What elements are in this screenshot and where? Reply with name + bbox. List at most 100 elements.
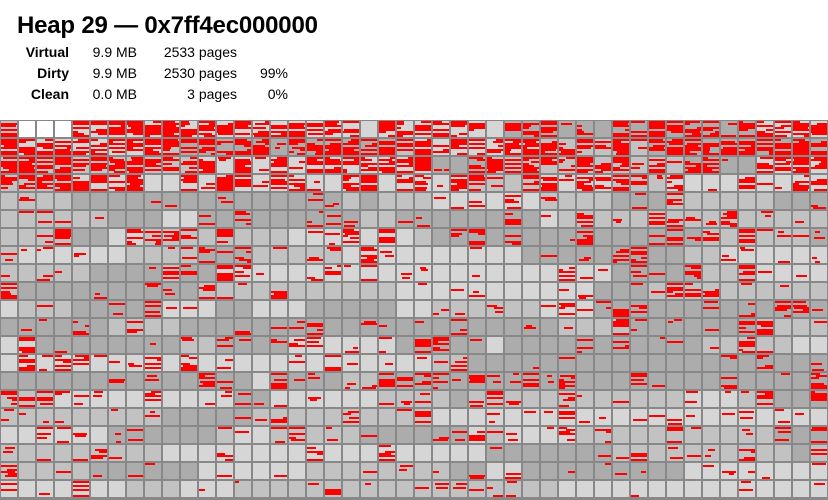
- page-cell: [91, 283, 107, 299]
- page-cell: [595, 337, 611, 353]
- dirty-streak: [145, 415, 160, 417]
- page-cell: [127, 229, 143, 245]
- dirty-streak: [649, 141, 665, 143]
- page-cell: [631, 121, 647, 137]
- dirty-streak: [235, 171, 251, 173]
- page-cell: [397, 319, 413, 335]
- dirty-streak: [633, 419, 647, 421]
- page-cell: [397, 463, 413, 479]
- page-cell: [271, 193, 287, 209]
- page-cell: [163, 229, 179, 245]
- page-cell: [541, 427, 557, 443]
- dirty-streak: [345, 351, 359, 353]
- page-cell: [433, 301, 449, 317]
- dirty-streak: [45, 493, 50, 495]
- dirty-streak: [145, 379, 159, 381]
- dirty-streak: [364, 321, 376, 323]
- page-cell: [91, 337, 107, 353]
- page-cell: [181, 139, 197, 155]
- page-cell: [667, 175, 683, 191]
- dirty-streak: [577, 151, 582, 153]
- dirty-streak: [631, 329, 637, 331]
- dirty-streak: [145, 231, 161, 233]
- dirty-streak: [361, 181, 377, 183]
- dirty-streak: [469, 205, 485, 207]
- page-cell: [595, 373, 611, 389]
- dirty-streak: [74, 395, 89, 397]
- page-cell: [19, 463, 35, 479]
- page-cell: [289, 355, 305, 371]
- page-cell: [559, 355, 575, 371]
- dirty-streak: [326, 427, 332, 429]
- dirty-streak: [549, 255, 557, 257]
- dirty-streak: [649, 213, 665, 215]
- page-cell: [289, 247, 305, 263]
- dirty-streak: [307, 125, 323, 127]
- dirty-streak: [631, 167, 640, 169]
- dirty-streak: [451, 229, 467, 231]
- dirty-streak: [19, 141, 26, 143]
- dirty-streak: [569, 267, 575, 269]
- dirty-streak: [255, 123, 269, 125]
- dirty-streak: [145, 367, 161, 369]
- page-cell: [91, 193, 107, 209]
- page-cell: [631, 301, 647, 317]
- page-cell: [739, 319, 755, 335]
- page-cell: [703, 481, 719, 497]
- dirty-streak: [183, 307, 197, 309]
- dirty-streak: [145, 311, 160, 313]
- dirty-streak: [420, 393, 430, 395]
- page-cell: [811, 409, 827, 425]
- page-cell: [343, 247, 359, 263]
- dirty-streak: [37, 437, 47, 439]
- page-cell: [397, 373, 413, 389]
- page-cell: [667, 427, 683, 443]
- page-cell: [397, 247, 413, 263]
- page-cell: [145, 265, 161, 281]
- page-cell: [613, 409, 629, 425]
- dirty-streak: [181, 141, 197, 143]
- page-cell: [631, 481, 647, 497]
- page-cell: [37, 301, 53, 317]
- page-cell: [667, 373, 683, 389]
- dirty-streak: [778, 431, 791, 433]
- dirty-streak: [98, 133, 107, 135]
- dirty-streak: [37, 211, 53, 213]
- dirty-streak: [577, 165, 593, 167]
- page-cell: [775, 445, 791, 461]
- page-cell: [523, 175, 539, 191]
- page-cell: [199, 247, 215, 263]
- dirty-streak: [775, 163, 790, 165]
- dirty-streak: [73, 153, 86, 155]
- page-cell: [289, 193, 305, 209]
- page-cell: [199, 265, 215, 281]
- page-cell: [721, 247, 737, 263]
- page-cell: [325, 319, 341, 335]
- dirty-streak: [649, 415, 665, 417]
- dirty-streak: [434, 169, 442, 171]
- dirty-streak: [382, 171, 395, 173]
- dirty-streak: [631, 271, 641, 273]
- page-cell: [1, 175, 17, 191]
- page-cell: [325, 157, 341, 173]
- page-cell: [181, 481, 197, 497]
- page-cell: [271, 139, 287, 155]
- dirty-streak: [469, 489, 484, 491]
- dirty-streak: [489, 421, 495, 423]
- dirty-streak: [246, 223, 251, 225]
- dirty-streak: [577, 243, 593, 245]
- page-cell: [19, 481, 35, 497]
- page-cell: [397, 427, 413, 443]
- dirty-streak: [415, 145, 431, 147]
- dirty-streak: [235, 219, 251, 221]
- dirty-streak: [523, 171, 539, 173]
- dirty-streak: [185, 171, 197, 173]
- page-cell: [469, 445, 485, 461]
- page-cell: [37, 121, 53, 137]
- page-cell: [253, 229, 269, 245]
- dirty-streak: [559, 307, 565, 309]
- page-cell: [703, 193, 719, 209]
- dirty-streak: [271, 171, 287, 173]
- dirty-streak: [487, 431, 503, 433]
- page-cell: [595, 157, 611, 173]
